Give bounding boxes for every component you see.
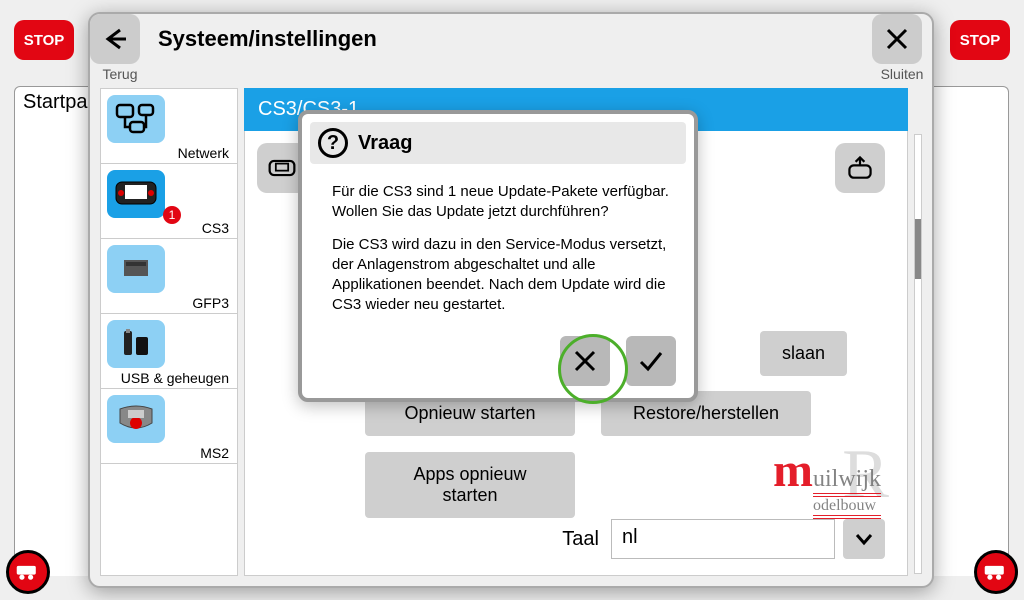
- update-icon: [845, 153, 875, 183]
- sidebar-item-cs3[interactable]: CS3 1: [101, 164, 237, 239]
- sidebar-item-gfp3[interactable]: GFP3: [101, 239, 237, 314]
- watermark-m: m: [773, 443, 813, 498]
- question-dialog: ? Vraag Für die CS3 sind 1 neue Update-P…: [298, 110, 698, 402]
- train-button-left[interactable]: [6, 550, 50, 594]
- stop-button-left[interactable]: STOP: [14, 20, 74, 60]
- back-arrow-icon: [100, 24, 130, 54]
- watermark-text: uilwijk: [813, 466, 881, 497]
- chevron-down-icon: [853, 528, 875, 550]
- language-label: Taal: [562, 528, 599, 551]
- scrollbar-thumb[interactable]: [915, 219, 921, 279]
- modal-body: Für die CS3 sind 1 neue Update-Pakete ve…: [310, 164, 686, 336]
- modal-text-1: Für die CS3 sind 1 neue Update-Pakete ve…: [332, 182, 672, 223]
- restart-apps-button[interactable]: Apps opnieuw starten: [365, 452, 575, 518]
- check-icon: [636, 346, 666, 376]
- language-value: nl: [622, 526, 638, 548]
- close-icon: [882, 24, 912, 54]
- sidebar-item-label: MS2: [200, 445, 233, 461]
- update-badge: 1: [163, 206, 181, 224]
- sidebar-item-label: GFP3: [192, 295, 233, 311]
- stop-label: STOP: [960, 32, 1001, 49]
- watermark-sub: odelbouw: [813, 497, 881, 519]
- sidebar-item-usb[interactable]: USB & geheugen: [101, 314, 237, 389]
- network-icon: [107, 95, 165, 143]
- modal-title: Vraag: [358, 132, 412, 155]
- modal-text-2: Die CS3 wird dazu in den Service-Modus v…: [332, 235, 672, 316]
- usb-icon: [107, 320, 165, 368]
- save-button-partial[interactable]: slaan: [760, 331, 847, 376]
- sidebar-item-label: CS3: [202, 220, 233, 236]
- language-dropdown-button[interactable]: [843, 519, 885, 559]
- cancel-button[interactable]: [560, 336, 610, 386]
- confirm-button[interactable]: [626, 336, 676, 386]
- sidebar-item-network[interactable]: Netwerk: [101, 89, 237, 164]
- language-input[interactable]: nl: [611, 519, 835, 559]
- train-button-right[interactable]: [974, 550, 1018, 594]
- update-icon-button[interactable]: [835, 143, 885, 193]
- scrollbar[interactable]: [914, 134, 922, 574]
- question-icon: ?: [318, 128, 348, 158]
- close-icon: [570, 346, 600, 376]
- train-icon: [983, 563, 1009, 581]
- sidebar-item-label: Netwerk: [178, 145, 233, 161]
- watermark: m uilwijk odelbouw: [773, 443, 881, 519]
- stop-label: STOP: [24, 32, 65, 49]
- start-page-label: Startpa: [23, 91, 87, 113]
- dialog-title: Systeem/instellingen: [150, 14, 872, 52]
- device-icon: [267, 153, 297, 183]
- close-button[interactable]: [872, 14, 922, 64]
- cs3-icon: [107, 170, 165, 218]
- back-button[interactable]: [90, 14, 140, 64]
- ms2-icon: [107, 395, 165, 443]
- sidebar-item-ms2[interactable]: MS2: [101, 389, 237, 464]
- close-label: Sluiten: [872, 66, 932, 82]
- stop-button-right[interactable]: STOP: [950, 20, 1010, 60]
- sidebar: Netwerk CS3 1 GFP3 USB & geheugen: [100, 88, 238, 576]
- train-icon: [15, 563, 41, 581]
- gfp3-icon: [107, 245, 165, 293]
- sidebar-item-label: USB & geheugen: [121, 370, 233, 386]
- back-label: Terug: [90, 66, 150, 82]
